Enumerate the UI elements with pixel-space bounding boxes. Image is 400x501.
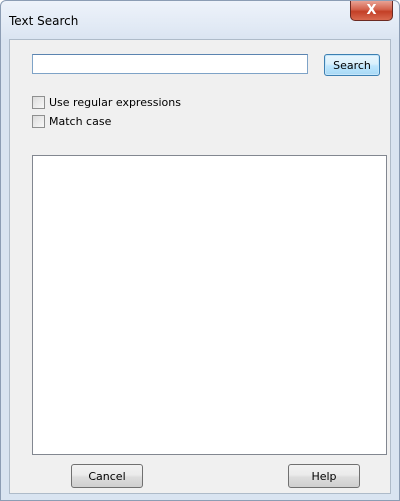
match-case-checkbox[interactable] [32, 114, 45, 128]
match-case-label[interactable]: Match case [49, 115, 111, 128]
window-title: Text Search [9, 14, 79, 28]
text-search-dialog: Text Search X Search Use regular express… [0, 0, 400, 501]
search-input[interactable] [32, 54, 308, 74]
title-bar[interactable]: Text Search X [1, 1, 399, 39]
close-icon: X [366, 3, 377, 18]
close-button[interactable]: X [350, 1, 393, 21]
cancel-button[interactable]: Cancel [71, 464, 143, 488]
results-list[interactable] [32, 155, 387, 455]
dialog-body: Search Use regular expressions Match cas… [9, 39, 391, 494]
regex-label[interactable]: Use regular expressions [49, 96, 181, 109]
regex-checkbox[interactable] [32, 95, 45, 109]
match-case-option[interactable]: Match case [32, 113, 111, 129]
regex-option[interactable]: Use regular expressions [32, 94, 181, 110]
search-button[interactable]: Search [324, 54, 380, 76]
help-button[interactable]: Help [288, 464, 360, 488]
